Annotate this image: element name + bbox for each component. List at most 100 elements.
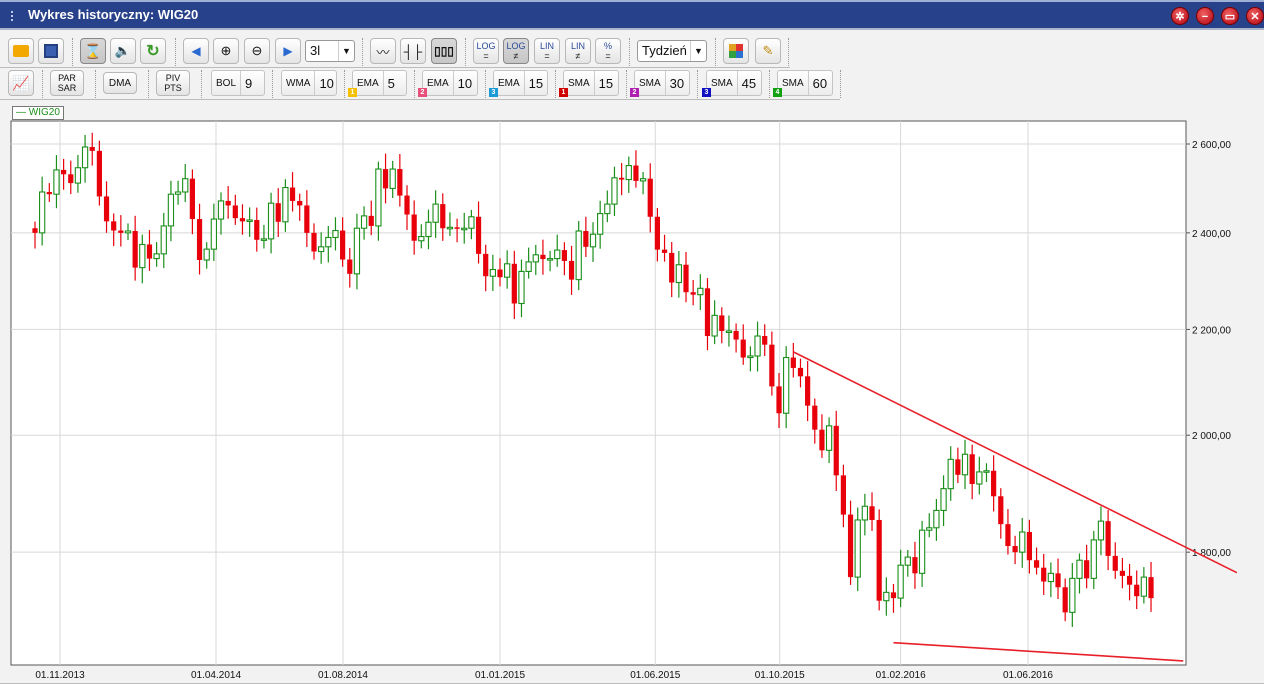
zoom-out-button[interactable]: ⊖ [244, 38, 270, 64]
log-equal-button[interactable]: LOG = [473, 38, 499, 64]
candle [561, 242, 567, 276]
y-tick-label: 2 600,00 [1192, 140, 1231, 151]
indicator-name: SMA [778, 71, 809, 95]
dma-button[interactable]: DMA [103, 72, 137, 94]
candle [747, 346, 754, 372]
open-folder-button[interactable] [8, 38, 34, 64]
candle-body [210, 218, 217, 250]
colors-button[interactable] [723, 38, 749, 64]
candle-body [489, 268, 497, 277]
candle-body [869, 506, 875, 520]
candle-body [225, 200, 231, 206]
trend-chart-icon: 📈 [12, 74, 30, 91]
candle-body [297, 200, 303, 206]
indicator-chart-button[interactable]: 📈 [8, 70, 34, 96]
lin-notequal-button[interactable]: LIN ≠ [565, 38, 591, 64]
indicator-badge: 3 [702, 88, 711, 97]
indicator-name: SMA [635, 71, 666, 95]
restore-icon[interactable]: ▭ [1221, 7, 1239, 25]
indicator-ema-10[interactable]: EMA 10 [422, 70, 478, 96]
refresh-button[interactable]: ↻ [140, 38, 166, 64]
save-button[interactable] [38, 38, 64, 64]
candle [404, 185, 410, 230]
log-notequal-button[interactable]: LOG ≠ [503, 38, 529, 64]
candle [883, 577, 890, 616]
candle [368, 200, 374, 236]
indicator-sma-30[interactable]: SMA 30 [634, 70, 690, 96]
percent-button[interactable]: % = [595, 38, 621, 64]
candle [825, 417, 833, 464]
candle-body [389, 168, 396, 189]
candle-body [132, 230, 138, 268]
candle-body [46, 191, 52, 195]
color-palette-icon [729, 44, 743, 58]
period-select[interactable]: 3l ▼ [305, 40, 355, 62]
indicator-name: SMA [564, 71, 595, 95]
candle-body [340, 230, 346, 260]
candle [833, 410, 839, 491]
candle-body [675, 264, 683, 284]
candle [225, 186, 231, 219]
candlestick-chart-button[interactable]: ▯▯▯ [431, 38, 457, 64]
interval-select[interactable]: Tydzień ▼ [637, 40, 707, 62]
piv-pts-button[interactable]: PIV PTS [156, 70, 190, 96]
candle [847, 500, 854, 585]
scroll-right-button[interactable]: ▶ [275, 38, 301, 64]
x-tick-label: 01.10.2015 [755, 670, 805, 681]
line-chart-icon: 〰 [376, 44, 390, 60]
candle-body [854, 519, 861, 578]
indicator-ema-15[interactable]: EMA 15 [493, 70, 548, 96]
candle-body [160, 225, 167, 255]
lin-equal-button[interactable]: LIN = [534, 38, 560, 64]
candle-body [704, 288, 711, 337]
par-label: PAR [58, 73, 76, 83]
candle-body [418, 236, 425, 242]
drag-handle-icon[interactable] [10, 10, 14, 22]
candle-body [254, 219, 260, 240]
log-label: LOG [506, 41, 526, 51]
candle-body [940, 488, 947, 511]
candle [1097, 506, 1105, 556]
candle [1126, 563, 1133, 601]
par-sar-button[interactable]: PAR SAR [50, 70, 84, 96]
indicator-ema-5[interactable]: EMA 5 [352, 70, 407, 96]
floppy-icon [44, 44, 58, 58]
indicator-sma-60[interactable]: SMA 60 [777, 70, 833, 96]
candle [719, 307, 725, 344]
candle-body [568, 260, 575, 280]
candle-body [118, 230, 124, 233]
candle-body [639, 178, 647, 182]
scroll-left-button[interactable]: ◀ [183, 38, 209, 64]
candle [733, 323, 739, 353]
candle [797, 358, 804, 388]
y-tick-label: 2 400,00 [1192, 229, 1231, 240]
candle [991, 455, 997, 512]
line-chart-button[interactable]: 〰 [370, 38, 396, 64]
candle-body [790, 357, 796, 368]
candle [353, 213, 361, 290]
trendline-support [893, 641, 1184, 662]
candle [89, 132, 95, 166]
edit-button[interactable]: ✎ [755, 38, 781, 64]
sound-button[interactable]: 🔈 [110, 38, 136, 64]
indicator-name: EMA [423, 71, 454, 95]
candle-body [783, 356, 790, 414]
candle-body [725, 330, 733, 333]
candle [254, 207, 260, 252]
candle [669, 242, 675, 298]
settings-icon[interactable]: ✲ [1171, 7, 1189, 25]
candle [360, 206, 368, 240]
lin-label: LIN [570, 41, 585, 51]
close-icon[interactable]: ✕ [1246, 7, 1264, 25]
candle-body [912, 557, 918, 574]
candle [347, 247, 353, 288]
indicator-bol-9[interactable]: BOL 9 [211, 70, 265, 96]
indicator-sma-45[interactable]: SMA 45 [706, 70, 762, 96]
candle-body [232, 205, 238, 219]
history-toggle-button[interactable]: ⌛ [80, 38, 106, 64]
indicator-sma-15[interactable]: SMA 15 [563, 70, 619, 96]
bar-chart-button[interactable]: ┤├ [400, 38, 426, 64]
indicator-wma-10[interactable]: WMA 10 [281, 70, 337, 96]
zoom-in-button[interactable]: ⊕ [213, 38, 239, 64]
minimize-icon[interactable]: − [1196, 7, 1214, 25]
